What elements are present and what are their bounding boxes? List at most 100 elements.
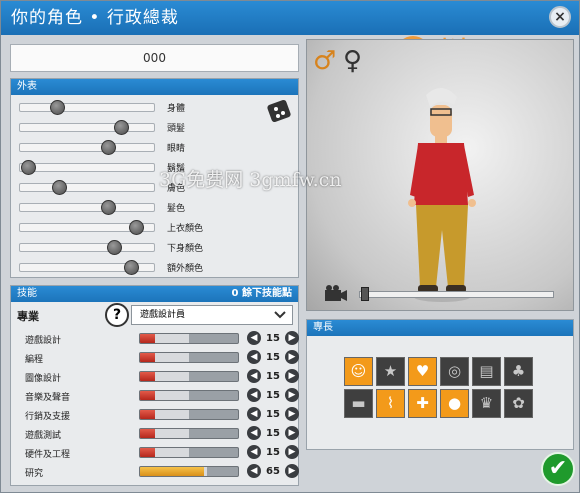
skill-row: 遊戲測試 ◀ 15 ▶ [19, 425, 304, 441]
slider-knob[interactable] [50, 100, 65, 115]
appearance-slider[interactable]: 下身顏色 [19, 240, 203, 255]
slider-knob[interactable] [114, 120, 129, 135]
slider-knob[interactable] [107, 240, 122, 255]
decrease-arrow-icon[interactable]: ◀ [247, 445, 261, 459]
increase-arrow-icon[interactable]: ▶ [285, 388, 299, 402]
randomize-dice-icon[interactable] [266, 99, 294, 125]
skill-bar [139, 409, 239, 420]
decrease-arrow-icon[interactable]: ◀ [247, 331, 261, 345]
appearance-slider[interactable]: 髮色 [19, 200, 199, 215]
skill-row: 音樂及聲音 ◀ 15 ▶ [19, 387, 304, 403]
plus-icon[interactable]: ✚ [408, 389, 437, 418]
skill-row: 遊戲設計 ◀ 15 ▶ [19, 330, 304, 346]
increase-arrow-icon[interactable]: ▶ [285, 350, 299, 364]
profession-label: 專業 [17, 310, 39, 323]
skill-bar-fill [140, 410, 155, 419]
skill-value: 15 [266, 409, 280, 420]
rotation-slider[interactable] [359, 291, 554, 298]
skill-name: 編程 [25, 355, 44, 365]
skill-bar-cap [154, 448, 189, 457]
character-window: 你的角色 • 行政總裁 × 000 U 老友网 LAOLAOU.COM 外表 身… [0, 0, 580, 493]
appearance-slider[interactable]: 上衣顏色 [19, 220, 203, 235]
skill-name: 遊戲測試 [25, 431, 62, 441]
character-preview: ♂ ♀ [306, 39, 574, 311]
slider-knob[interactable] [129, 220, 144, 235]
female-icon[interactable]: ♀ [343, 46, 362, 76]
slider-knob[interactable] [21, 160, 36, 175]
increase-arrow-icon[interactable]: ▶ [285, 426, 299, 440]
appearance-slider[interactable]: 額外顏色 [19, 260, 203, 275]
decrease-arrow-icon[interactable]: ◀ [247, 464, 261, 478]
increase-arrow-icon[interactable]: ▶ [285, 331, 299, 345]
skills-panel: 技能 0 餘下技能點 專業 ? 遊戲設計員 遊戲設計 ◀ 15 ▶ 編程 ◀ 15 ▶ 圖像設計… [10, 285, 299, 486]
skill-bar [139, 447, 239, 458]
slider-knob[interactable] [124, 260, 139, 275]
skill-value: 15 [266, 352, 280, 363]
skill-bar-fill [140, 448, 155, 457]
skill-bar-cap [154, 410, 189, 419]
slider-knob[interactable] [101, 140, 116, 155]
appearance-slider[interactable]: 頭髮 [19, 120, 199, 135]
skill-bar-cap [154, 372, 189, 381]
dumbbell-icon[interactable]: ▬ [344, 389, 373, 418]
skill-value: 15 [266, 390, 280, 401]
crown-icon[interactable]: ♛ [472, 389, 501, 418]
appearance-slider[interactable]: 眼睛 [19, 140, 199, 155]
increase-arrow-icon[interactable]: ▶ [285, 464, 299, 478]
specialty-header: 專長 [307, 320, 573, 336]
slider-track[interactable] [19, 243, 155, 252]
skill-bar-fill [140, 353, 155, 362]
slider-track[interactable] [19, 183, 155, 192]
slider-label: 髮色 [167, 204, 186, 214]
skill-bar-cap [154, 429, 189, 438]
clover-icon[interactable]: ♣ [504, 357, 533, 386]
confirm-button[interactable]: ✔ [541, 452, 575, 486]
help-icon[interactable]: ? [105, 303, 129, 327]
decrease-arrow-icon[interactable]: ◀ [247, 350, 261, 364]
watermark-text: 3G免费网 3gmfw.cn [159, 169, 342, 191]
profession-select[interactable]: 遊戲設計員 [131, 305, 293, 325]
slider-track[interactable] [19, 143, 155, 152]
character-name-input[interactable]: 000 [10, 44, 299, 72]
slider-label: 頭髮 [167, 124, 186, 134]
skill-row: 編程 ◀ 15 ▶ [19, 349, 304, 365]
camera-icon [325, 285, 347, 301]
skill-value: 15 [266, 447, 280, 458]
skill-bar-cap [154, 353, 189, 362]
award-icon[interactable]: ● [440, 389, 469, 418]
male-icon[interactable]: ♂ [313, 46, 336, 76]
decrease-arrow-icon[interactable]: ◀ [247, 369, 261, 383]
skill-value: 15 [266, 333, 280, 344]
rotation-slider-handle[interactable] [361, 287, 369, 301]
slider-track[interactable] [19, 123, 155, 132]
appearance-slider[interactable]: 身體 [19, 100, 199, 115]
increase-arrow-icon[interactable]: ▶ [285, 369, 299, 383]
heartbeat-icon[interactable]: ♥ [408, 357, 437, 386]
slider-track[interactable] [19, 103, 155, 112]
star-icon[interactable]: ★ [376, 357, 405, 386]
brain-icon[interactable]: ✿ [504, 389, 533, 418]
slider-knob[interactable] [52, 180, 67, 195]
decrease-arrow-icon[interactable]: ◀ [247, 407, 261, 421]
person-circle-icon[interactable]: ☺ [344, 357, 373, 386]
decrease-arrow-icon[interactable]: ◀ [247, 388, 261, 402]
skill-bar [139, 371, 239, 382]
profession-value: 遊戲設計員 [140, 310, 186, 320]
slider-track[interactable] [19, 163, 155, 172]
book-icon[interactable]: ▤ [472, 357, 501, 386]
increase-arrow-icon[interactable]: ▶ [285, 407, 299, 421]
skill-bar [139, 390, 239, 401]
slider-label: 眼睛 [167, 144, 186, 154]
slider-track[interactable] [19, 203, 155, 212]
increase-arrow-icon[interactable]: ▶ [285, 445, 299, 459]
decrease-arrow-icon[interactable]: ◀ [247, 426, 261, 440]
skill-bar [139, 466, 239, 477]
skill-bar-fill [140, 467, 204, 476]
skill-bar-fill [140, 429, 155, 438]
skill-name: 研究 [25, 469, 44, 479]
target-icon[interactable]: ◎ [440, 357, 469, 386]
broom-icon[interactable]: ⌇ [376, 389, 405, 418]
skill-bar-fill [140, 391, 155, 400]
skill-row: 研究 ◀ 65 ▶ [19, 463, 304, 479]
slider-knob[interactable] [101, 200, 116, 215]
